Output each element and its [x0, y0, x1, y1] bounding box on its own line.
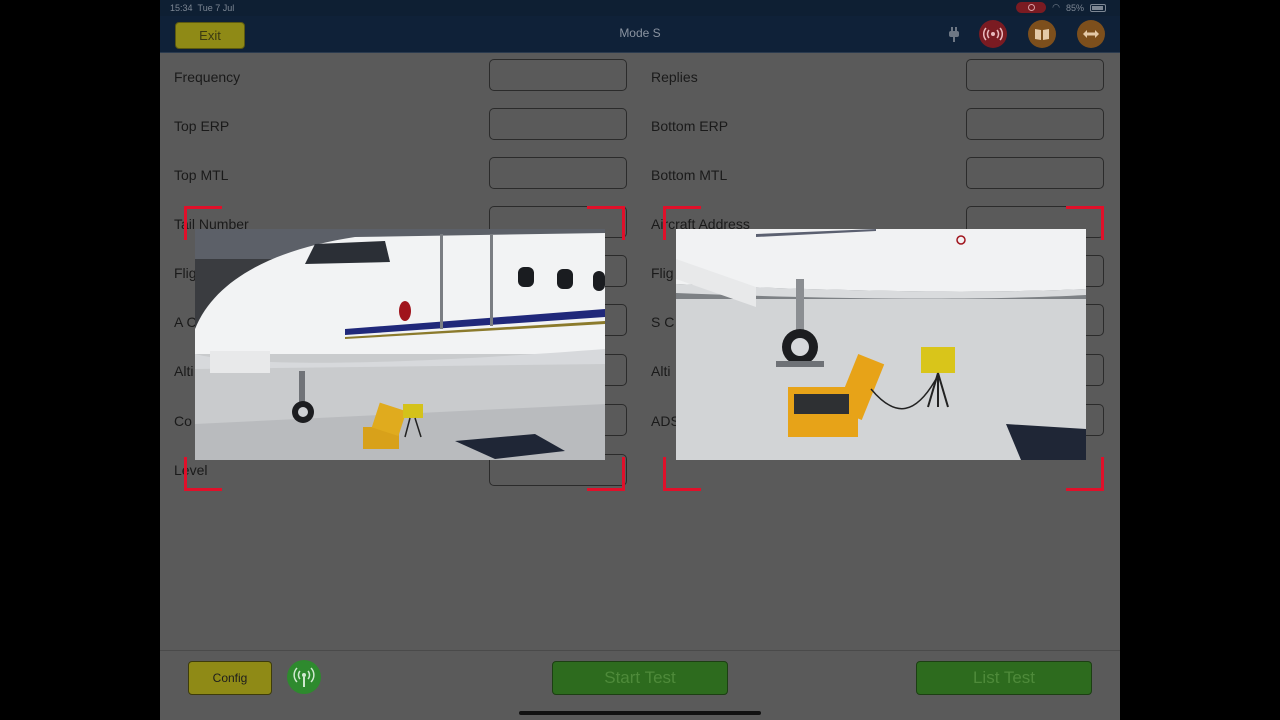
flight-id-label: Flig	[174, 265, 197, 281]
scan-corner-top-left	[184, 206, 222, 240]
nav-header: Exit Mode S	[160, 16, 1120, 53]
altitude-label: Alti	[174, 363, 194, 379]
plug-icon	[949, 27, 959, 42]
s-code-label: S C	[651, 314, 675, 330]
co-label: Co	[174, 413, 192, 429]
broadcast-icon[interactable]	[979, 20, 1007, 48]
start-test-button[interactable]: Start Test	[552, 661, 728, 695]
altitude-right-label: Alti	[651, 363, 671, 379]
battery-percent: 85%	[1065, 2, 1084, 13]
list-test-button[interactable]: List Test	[916, 661, 1092, 695]
replies-field[interactable]	[966, 59, 1104, 91]
screen-recording-icon	[1016, 2, 1047, 13]
bottom-erp-field[interactable]	[966, 108, 1104, 140]
status-time-date: 15:34 Tue 7 Jul	[170, 3, 235, 13]
replies-label: Replies	[651, 69, 698, 85]
app-screen: 15:34 Tue 7 Jul ◠ 85% Exit Mode S Freque…	[160, 0, 1120, 720]
aircraft-nose-photo	[195, 229, 605, 460]
frequency-label: Frequency	[174, 69, 241, 85]
aircraft-gear-photo	[676, 229, 1086, 460]
top-erp-label: Top ERP	[174, 118, 230, 134]
bottom-mtl-label: Bottom MTL	[651, 167, 728, 183]
scan-corner-top-right	[587, 206, 625, 240]
bottom-divider	[160, 650, 1120, 651]
manual-icon[interactable]	[1028, 20, 1056, 48]
arrows-icon[interactable]	[1077, 20, 1105, 48]
scan-corner-top-left	[663, 206, 701, 240]
status-bar: 15:34 Tue 7 Jul ◠ 85%	[160, 0, 1120, 16]
a-code-label: A C	[174, 314, 197, 330]
top-erp-field[interactable]	[489, 108, 627, 140]
top-mtl-field[interactable]	[489, 157, 627, 189]
bottom-erp-label: Bottom ERP	[651, 118, 729, 134]
wifi-icon: ◠	[1052, 2, 1060, 12]
battery-icon	[1090, 3, 1106, 12]
antenna-icon[interactable]	[287, 660, 321, 694]
home-indicator[interactable]	[519, 711, 761, 715]
scan-corner-top-right	[1066, 206, 1104, 240]
config-button[interactable]: Config	[188, 661, 272, 695]
scan-corner-bottom-left	[184, 457, 222, 491]
scan-corner-bottom-right	[587, 457, 625, 491]
top-mtl-label: Top MTL	[174, 167, 229, 183]
scan-corner-bottom-right	[1066, 457, 1104, 491]
frequency-field[interactable]	[489, 59, 627, 91]
page-title: Mode S	[619, 26, 661, 40]
bottom-mtl-field[interactable]	[966, 157, 1104, 189]
flight-id-right-label: Flig	[651, 265, 674, 281]
scan-corner-bottom-left	[663, 457, 701, 491]
